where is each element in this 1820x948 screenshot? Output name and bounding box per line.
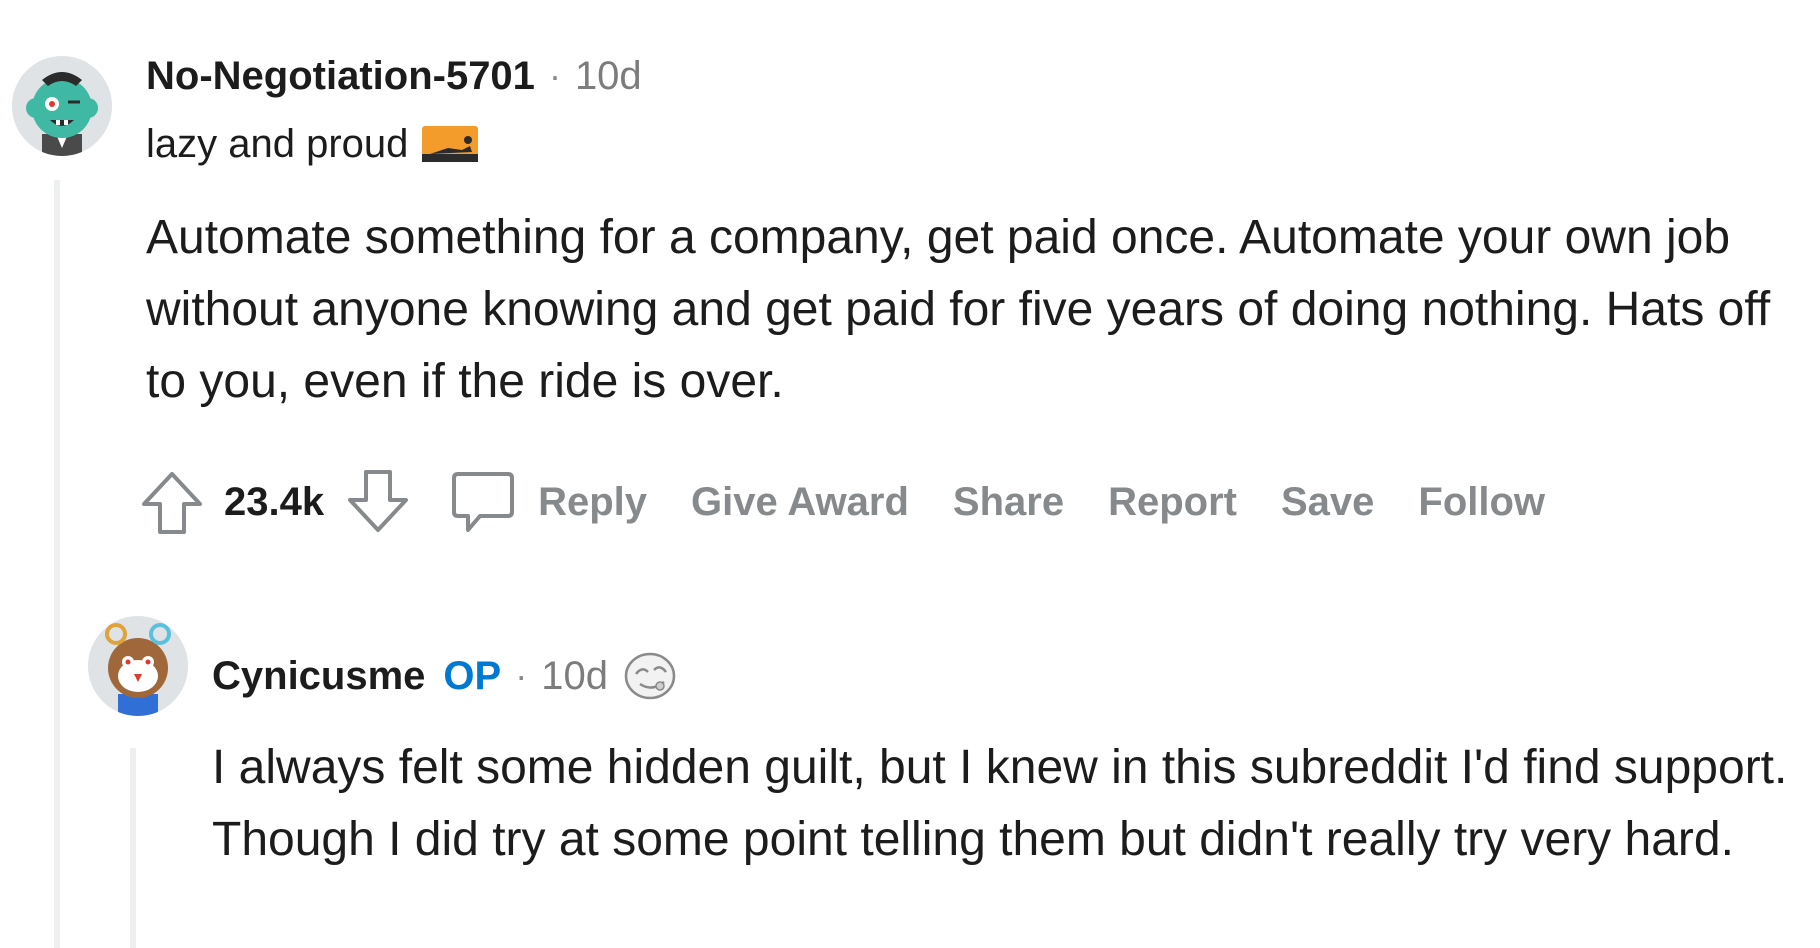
give-award-button[interactable]: Give Award: [691, 480, 909, 525]
op-badge: OP: [443, 653, 502, 698]
upvote-button[interactable]: [140, 468, 204, 536]
comment1-meta: No-Negotiation-5701 · 10d: [146, 50, 642, 102]
zombie-avatar-icon: [12, 56, 112, 156]
comment1-username[interactable]: No-Negotiation-5701: [146, 54, 535, 99]
reply-button[interactable]: Reply: [450, 468, 647, 536]
award-badge[interactable]: [622, 650, 678, 702]
comment1-action-bar: 23.4k Reply Give Award Share Report Save…: [140, 468, 1545, 536]
comment1-user-flair: lazy and proud: [146, 118, 479, 170]
save-button[interactable]: Save: [1281, 480, 1374, 525]
avatar-comment1[interactable]: [12, 56, 112, 156]
downvote-button[interactable]: [346, 468, 410, 536]
comment1-body: Automate something for a company, get pa…: [146, 211, 1771, 408]
owl-avatar-icon: [88, 616, 188, 716]
silver-award-icon: [624, 652, 676, 700]
thread-line-comment1[interactable]: [54, 180, 60, 948]
share-button[interactable]: Share: [953, 480, 1064, 525]
comment2-username[interactable]: Cynicusme: [212, 654, 425, 699]
avatar-comment2[interactable]: [88, 616, 188, 716]
comment-bubble-icon: [452, 472, 515, 532]
comment2-meta: Cynicusme OP · 10d: [212, 650, 678, 702]
report-button[interactable]: Report: [1108, 480, 1237, 525]
downvote-arrow-icon: [348, 470, 409, 532]
upvote-arrow-icon: [142, 472, 202, 534]
thread-line-comment2[interactable]: [130, 748, 136, 948]
flair-text: lazy and proud: [146, 121, 409, 166]
follow-button[interactable]: Follow: [1418, 480, 1545, 525]
meta-separator: ·: [515, 655, 528, 696]
sunbathing-emoji-icon: [422, 126, 479, 162]
reply-label: Reply: [538, 479, 648, 524]
comment2-body: I always felt some hidden guilt, but I k…: [212, 741, 1788, 866]
comment1-timestamp[interactable]: 10d: [575, 54, 642, 99]
comment2-timestamp[interactable]: 10d: [541, 654, 608, 699]
meta-separator: ·: [548, 55, 561, 96]
comment1-score: 23.4k: [224, 479, 325, 524]
